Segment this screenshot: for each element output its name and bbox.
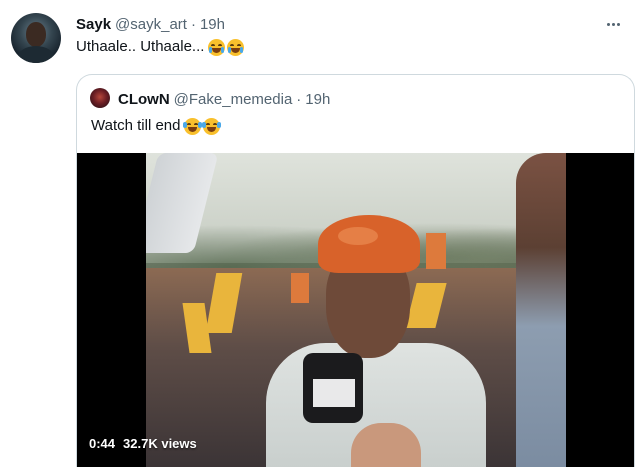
tweet-text-content: Uthaale.. Uthaale...: [76, 38, 205, 55]
quoted-author-handle[interactable]: @Fake_memedia: [174, 91, 293, 108]
separator-dot: ·: [296, 90, 302, 108]
video-duration: 0:44: [89, 435, 116, 451]
avatar-body: [18, 46, 54, 63]
microphone: [303, 353, 363, 423]
video-frame: [146, 153, 566, 467]
quoted-tweet[interactable]: CLowN @Fake_memedia · 19h Watch till end: [76, 74, 635, 467]
tears-of-joy-face-icon: [202, 117, 222, 135]
tweet-text: Uthaale.. Uthaale...: [76, 37, 245, 57]
crying-face-icon: [227, 38, 245, 56]
author-avatar[interactable]: [11, 13, 61, 63]
separator-dot: ·: [190, 15, 196, 33]
video-overlay: 0:44 32.7K views: [89, 432, 197, 454]
quoted-tweet-time[interactable]: 19h: [305, 91, 330, 108]
quoted-author-avatar[interactable]: [90, 88, 110, 108]
more-horizontal-icon[interactable]: [601, 12, 625, 36]
avatar-face: [26, 22, 46, 47]
video-views: 32.7K views: [123, 435, 197, 451]
hand: [351, 423, 421, 467]
video-player[interactable]: 0:44 32.7K views: [77, 153, 634, 467]
quoted-tweet-text-content: Watch till end: [91, 117, 181, 134]
author-name[interactable]: Sayk: [76, 16, 111, 33]
tweet[interactable]: Sayk @sayk_art · 19h Uthaale.. Uthaale..…: [0, 0, 638, 467]
quoted-tweet-text: Watch till end: [91, 116, 222, 136]
bystander-right: [516, 153, 566, 467]
quoted-author-name[interactable]: CLowN: [118, 91, 170, 108]
tweet-time[interactable]: 19h: [200, 16, 225, 33]
man-cap: [318, 215, 420, 273]
crying-face-icon: [208, 38, 226, 56]
tears-of-joy-face-icon: [183, 117, 203, 135]
tweet-header: Sayk @sayk_art · 19h: [76, 14, 225, 34]
author-handle[interactable]: @sayk_art: [115, 16, 187, 33]
quoted-tweet-header: CLowN @Fake_memedia · 19h: [118, 89, 330, 109]
